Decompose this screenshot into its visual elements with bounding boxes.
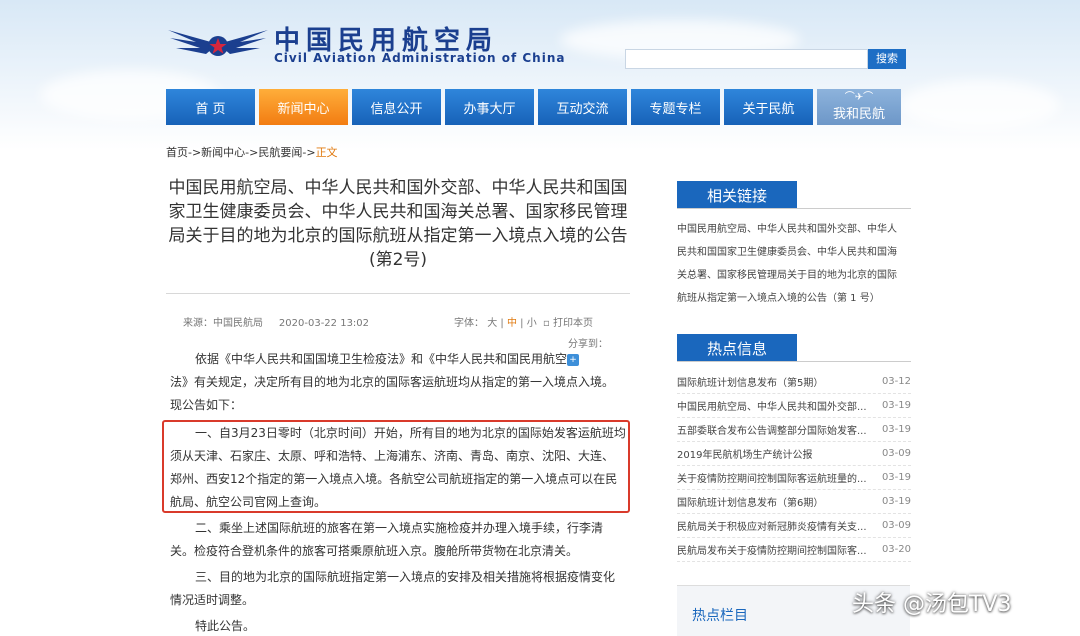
paragraph-2-line-3: 郑州、西安12个指定的第一入境点入境。各航空公司航班指定的第一入境点可以在民 bbox=[170, 472, 618, 486]
list-item-title[interactable]: 国际航班计划信息发布（第6期） bbox=[677, 494, 873, 509]
hot-info-underline bbox=[677, 361, 911, 362]
caac-wings-emblem-icon bbox=[168, 30, 268, 56]
separator: | bbox=[520, 318, 524, 329]
list-item-title[interactable]: 民航局关于积极应对新冠肺炎疫情有关支... bbox=[677, 518, 873, 533]
nav-interaction[interactable]: 互动交流 bbox=[538, 89, 627, 125]
hot-info-title: 热点信息 bbox=[677, 334, 797, 362]
print-icon: ▫ bbox=[543, 318, 550, 329]
paragraph-2-line-4: 航局、航空公司官网上查询。 bbox=[170, 495, 327, 509]
list-item-title[interactable]: 关于疫情防控期间控制国际客运航班量的... bbox=[677, 470, 873, 485]
paragraph-1-line-1: 依据《中华人民共和国国境卫生检疫法》和《中华人民共和国民用航空 + bbox=[195, 348, 580, 371]
search-input[interactable] bbox=[625, 49, 868, 69]
list-item-title[interactable]: 民航局发布关于疫情防控期间控制国际客... bbox=[677, 542, 873, 557]
article-title: 中国民用航空局、中华人民共和国外交部、中华人民共和国国家卫生健康委员会、中华人民… bbox=[168, 178, 628, 270]
hot-info-list: 国际航班计划信息发布（第5期） 03-12 中国民用航空局、中华人民共和国外交部.… bbox=[677, 370, 911, 562]
font-medium-button[interactable]: 中 bbox=[507, 318, 517, 329]
related-links-title: 相关链接 bbox=[677, 181, 797, 209]
related-link-line[interactable]: 关总署、国家移民管理局关于目的地为北京的国际 bbox=[677, 264, 909, 287]
related-link[interactable]: 中国民用航空局、中华人民共和国外交部、中华人 民共和国国家卫生健康委员会、中华人… bbox=[677, 218, 909, 310]
list-item[interactable]: 中国民用航空局、中华人民共和国外交部... 03-19 bbox=[677, 394, 911, 418]
list-item[interactable]: 国际航班计划信息发布（第6期） 03-19 bbox=[677, 490, 911, 514]
logo-english-name: Civil Aviation Administration of China bbox=[274, 51, 566, 65]
list-item-date: 03-19 bbox=[881, 496, 911, 507]
list-item[interactable]: 2019年民航机场生产统计公报 03-09 bbox=[677, 442, 911, 466]
list-item-date: 03-19 bbox=[881, 472, 911, 483]
article-date: 2020-03-22 13:02 bbox=[278, 318, 370, 329]
paragraph-1-text: 依据《中华人民共和国国境卫生检疫法》和《中华人民共和国民用航空 bbox=[195, 352, 568, 366]
list-item-title[interactable]: 中国民用航空局、中华人民共和国外交部... bbox=[677, 398, 873, 413]
paragraph-5: 特此公告。 bbox=[195, 619, 256, 633]
breadcrumb[interactable]: 首页->新闻中心->民航要闻->正文 bbox=[166, 144, 338, 160]
expand-icon[interactable]: + bbox=[567, 353, 580, 366]
nav-about[interactable]: 关于民航 bbox=[724, 89, 813, 125]
nav-info-disclosure[interactable]: 信息公开 bbox=[352, 89, 441, 125]
nav-me-and-aviation-label: 我和民航 bbox=[832, 106, 885, 122]
paragraph-4-line-2: 情况适时调整。 bbox=[170, 593, 255, 607]
title-divider bbox=[166, 293, 630, 294]
paragraph-4-line-1: 三、目的地为北京的国际航班指定第一入境点的安排及相关措施将根据疫情变化 bbox=[195, 570, 616, 584]
list-item[interactable]: 国际航班计划信息发布（第5期） 03-12 bbox=[677, 370, 911, 394]
related-links-underline bbox=[677, 208, 911, 209]
print-page-button[interactable]: 打印本页 bbox=[553, 318, 593, 329]
cloud-decoration bbox=[900, 80, 1060, 130]
nav-news-center[interactable]: 新闻中心 bbox=[259, 89, 348, 125]
wings-icon: ⌒✈⌒ bbox=[844, 91, 874, 103]
breadcrumb-path[interactable]: 首页->新闻中心->民航要闻-> bbox=[166, 146, 316, 159]
paragraph-3-line-1: 二、乘坐上述国际航班的旅客在第一入境点实施检疫并办理入境手续，行李清 bbox=[195, 521, 604, 535]
paragraph-1-line-2: 法》有关规定，决定所有目的地为北京的国际客运航班均从指定的第一入境点入境。 bbox=[170, 375, 615, 389]
list-item-date: 03-12 bbox=[881, 376, 911, 387]
nav-special-topics[interactable]: 专题专栏 bbox=[631, 89, 720, 125]
main-nav: 首 页 新闻中心 信息公开 办事大厅 互动交流 专题专栏 关于民航 ⌒✈⌒ 我和… bbox=[166, 89, 902, 125]
watermark-text: 头条 @汤包TV3 bbox=[852, 592, 1012, 617]
list-item-title[interactable]: 五部委联合发布公告调整部分国际始发客... bbox=[677, 422, 873, 437]
list-item-date: 03-19 bbox=[881, 424, 911, 435]
list-item[interactable]: 民航局关于积极应对新冠肺炎疫情有关支... 03-09 bbox=[677, 514, 911, 538]
header-background bbox=[0, 0, 1080, 150]
related-link-line[interactable]: 民共和国国家卫生健康委员会、中华人民共和国海 bbox=[677, 241, 909, 264]
related-link-line[interactable]: 航班从指定第一入境点入境的公告（第 1 号） bbox=[677, 287, 909, 310]
paragraph-3-line-2: 关。检疫符合登机条件的旅客可搭乘原航班入京。腹舱所带货物在北京清关。 bbox=[170, 544, 579, 558]
paragraph-1-line-3: 现公告如下： bbox=[170, 398, 243, 412]
article-meta: 来源：中国民航局 2020-03-22 13:02 bbox=[183, 314, 369, 329]
paragraph-2-line-2: 须从天津、石家庄、太原、呼和浩特、上海浦东、济南、青岛、南京、沈阳、大连、 bbox=[170, 449, 615, 463]
separator: | bbox=[500, 318, 504, 329]
list-item-date: 03-09 bbox=[881, 448, 911, 459]
list-item-title[interactable]: 国际航班计划信息发布（第5期） bbox=[677, 374, 873, 389]
font-large-button[interactable]: 大 bbox=[487, 318, 497, 329]
list-item[interactable]: 民航局发布关于疫情防控期间控制国际客... 03-20 bbox=[677, 538, 911, 562]
site-logo[interactable]: 中国民用航空局 Civil Aviation Administration of… bbox=[166, 20, 564, 70]
list-item[interactable]: 五部委联合发布公告调整部分国际始发客... 03-19 bbox=[677, 418, 911, 442]
nav-me-and-aviation[interactable]: ⌒✈⌒ 我和民航 bbox=[817, 89, 901, 125]
list-item-date: 03-09 bbox=[881, 520, 911, 531]
list-item-date: 03-19 bbox=[881, 400, 911, 411]
list-item[interactable]: 关于疫情防控期间控制国际客运航班量的... 03-19 bbox=[677, 466, 911, 490]
paragraph-2-line-1: 一、自3月23日零时（北京时间）开始，所有目的地为北京的国际始发客运航班均 bbox=[195, 426, 626, 440]
list-item-date: 03-20 bbox=[881, 544, 911, 555]
related-link-line[interactable]: 中国民用航空局、中华人民共和国外交部、中华人 bbox=[677, 218, 909, 241]
list-item-title[interactable]: 2019年民航机场生产统计公报 bbox=[677, 446, 873, 461]
nav-service-hall[interactable]: 办事大厅 bbox=[445, 89, 534, 125]
font-size-controls: 字体： 大 | 中 | 小 ▫ 打印本页 bbox=[454, 314, 593, 329]
breadcrumb-current: 正文 bbox=[315, 146, 338, 159]
font-small-button[interactable]: 小 bbox=[527, 318, 537, 329]
nav-home[interactable]: 首 页 bbox=[166, 89, 255, 125]
font-size-label: 字体： bbox=[454, 318, 484, 329]
article-source: 来源：中国民航局 bbox=[183, 318, 263, 329]
search-button[interactable]: 搜索 bbox=[868, 49, 906, 69]
hot-column-title: 热点栏目 bbox=[692, 608, 748, 624]
